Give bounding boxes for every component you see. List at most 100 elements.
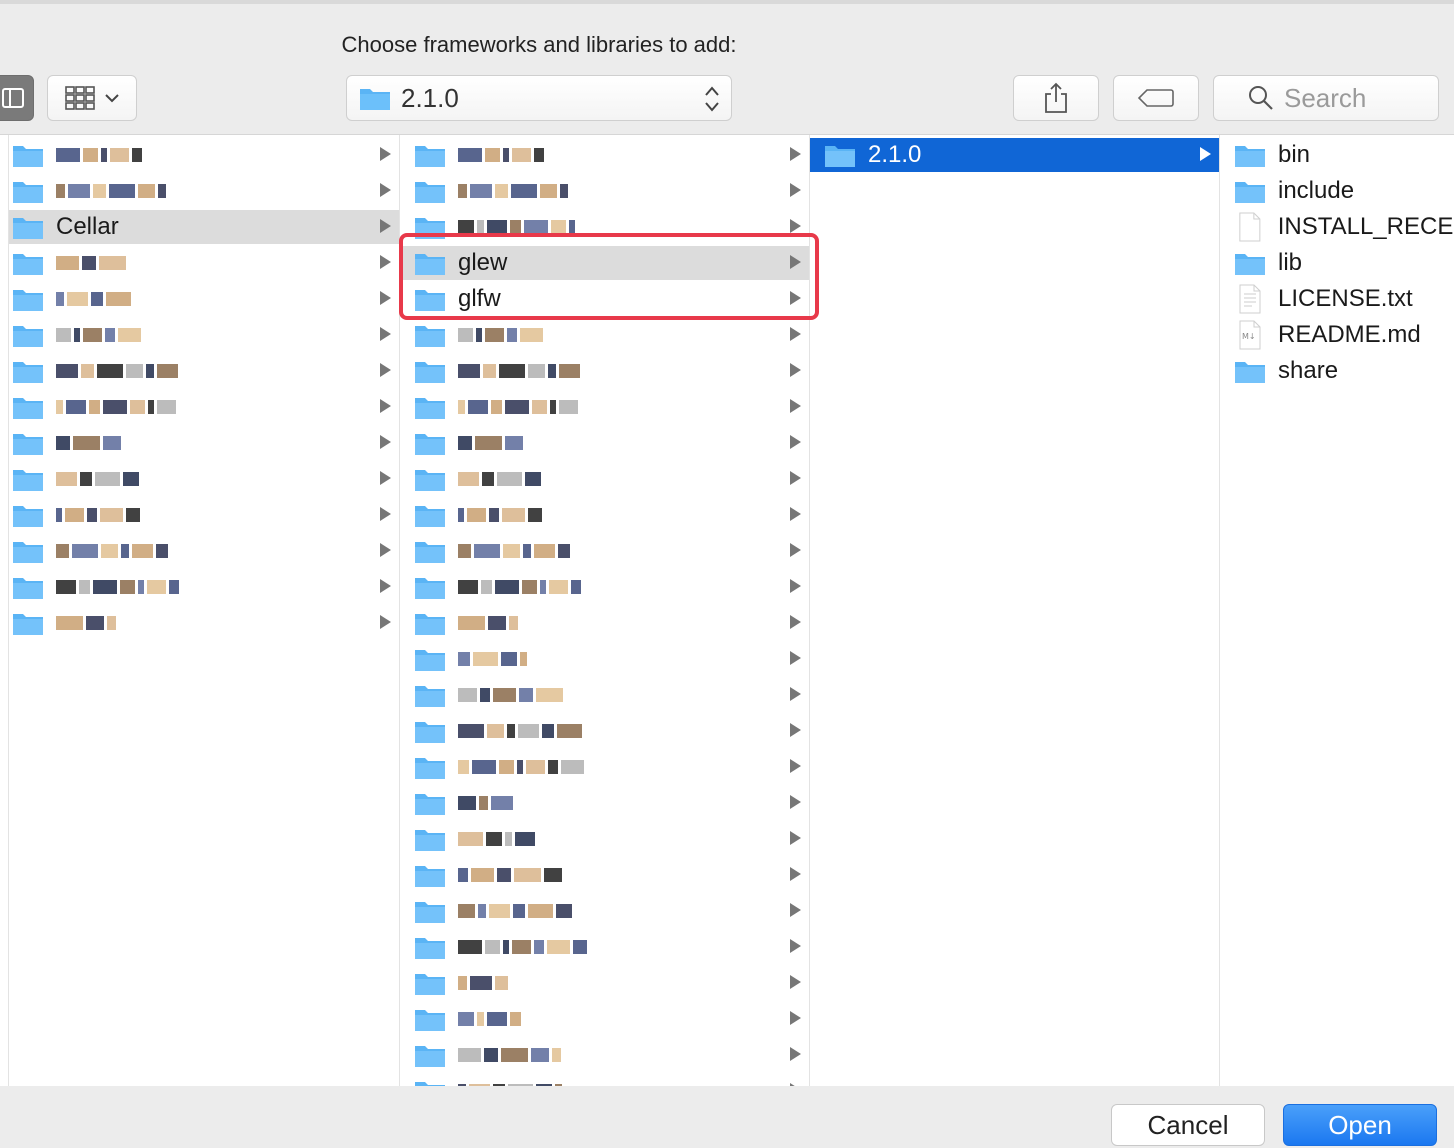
folder-icon (415, 758, 445, 779)
disclosure-arrow-icon (790, 615, 801, 629)
list-item[interactable] (9, 426, 399, 460)
redacted-name (458, 1084, 562, 1086)
folder-icon (415, 614, 445, 635)
list-item[interactable] (400, 822, 809, 856)
folder-icon (415, 830, 445, 851)
list-item[interactable] (400, 1002, 809, 1036)
list-item[interactable]: glew (400, 246, 809, 280)
folder-icon (415, 290, 445, 311)
list-item[interactable] (400, 138, 809, 172)
markdown-file-icon: M↓ (1239, 320, 1261, 350)
redacted-name (458, 904, 572, 918)
list-item[interactable] (9, 570, 399, 604)
list-item[interactable] (400, 174, 809, 208)
redacted-name (458, 868, 562, 882)
folder-icon (13, 254, 43, 275)
folder-icon (13, 290, 43, 311)
list-item[interactable] (9, 354, 399, 388)
list-item[interactable] (9, 534, 399, 568)
list-item[interactable]: lib (1220, 246, 1454, 280)
folder-icon (415, 578, 445, 599)
disclosure-arrow-icon (380, 255, 391, 269)
list-item[interactable] (400, 390, 809, 424)
disclosure-arrow-icon (380, 543, 391, 557)
redacted-name (458, 1048, 561, 1062)
folder-icon (415, 146, 445, 167)
list-item[interactable] (9, 138, 399, 172)
list-item[interactable] (400, 894, 809, 928)
list-item[interactable] (9, 498, 399, 532)
list-item[interactable] (400, 462, 809, 496)
disclosure-arrow-icon (790, 687, 801, 701)
list-item[interactable] (400, 426, 809, 460)
open-button[interactable]: Open (1283, 1104, 1437, 1146)
list-item[interactable]: include (1220, 174, 1454, 208)
redacted-name (458, 328, 543, 342)
redacted-name (56, 328, 141, 342)
disclosure-arrow-icon (790, 579, 801, 593)
redacted-name (458, 580, 581, 594)
redacted-name (56, 400, 176, 414)
folder-icon (415, 326, 445, 347)
share-button[interactable] (1013, 75, 1099, 121)
list-item[interactable]: glfw (400, 282, 809, 316)
search-field[interactable]: Search (1213, 75, 1439, 121)
list-item[interactable] (400, 570, 809, 604)
list-item[interactable]: Cellar (9, 210, 399, 244)
redacted-name (458, 724, 582, 738)
list-item[interactable]: share (1220, 354, 1454, 388)
list-item[interactable]: 2.1.0 (810, 138, 1219, 172)
list-item[interactable] (9, 282, 399, 316)
redacted-name (458, 1012, 521, 1026)
path-popup[interactable]: 2.1.0 (346, 75, 732, 121)
list-item[interactable] (400, 750, 809, 784)
list-item[interactable] (400, 930, 809, 964)
list-item[interactable] (400, 678, 809, 712)
list-item[interactable] (400, 858, 809, 892)
list-item[interactable] (9, 462, 399, 496)
redacted-name (458, 148, 544, 162)
disclosure-arrow-icon (790, 975, 801, 989)
list-item[interactable] (400, 786, 809, 820)
cancel-button[interactable]: Cancel (1111, 1104, 1265, 1146)
item-name: glfw (458, 285, 501, 312)
list-item[interactable] (400, 318, 809, 352)
folder-icon (415, 938, 445, 959)
redacted-name (458, 760, 584, 774)
folder-icon (415, 686, 445, 707)
list-item[interactable]: M↓ README.md (1220, 318, 1454, 352)
redacted-name (458, 652, 527, 666)
item-name: share (1278, 357, 1339, 384)
view-mode-button[interactable] (47, 75, 137, 121)
tag-button[interactable] (1113, 75, 1199, 121)
folder-icon (415, 1046, 445, 1067)
list-item[interactable] (400, 354, 809, 388)
list-item[interactable]: LICENSE.txt (1220, 282, 1454, 316)
list-item[interactable]: bin (1220, 138, 1454, 172)
list-item[interactable] (9, 606, 399, 640)
list-item[interactable] (400, 534, 809, 568)
folder-icon (415, 254, 445, 275)
list-item[interactable] (400, 1038, 809, 1072)
list-item[interactable] (400, 606, 809, 640)
disclosure-arrow-icon (790, 255, 801, 269)
item-name: include (1278, 177, 1355, 204)
disclosure-arrow-icon (380, 219, 391, 233)
list-item[interactable] (400, 210, 809, 244)
list-item[interactable] (400, 1074, 809, 1086)
list-item[interactable] (400, 966, 809, 1000)
item-name: INSTALL_RECEI (1277, 213, 1454, 240)
list-item[interactable] (400, 498, 809, 532)
item-name: glew (458, 249, 508, 276)
sidebar-toggle-button[interactable] (0, 75, 34, 121)
list-item[interactable] (9, 390, 399, 424)
list-item[interactable] (400, 714, 809, 748)
list-item[interactable] (9, 246, 399, 280)
updown-chevron-icon (705, 86, 719, 112)
list-item[interactable] (9, 174, 399, 208)
list-item[interactable] (400, 642, 809, 676)
disclosure-arrow-icon (380, 291, 391, 305)
list-item[interactable] (9, 318, 399, 352)
list-item[interactable]: INSTALL_RECEI (1220, 210, 1454, 244)
svg-text:M↓: M↓ (1242, 332, 1256, 341)
